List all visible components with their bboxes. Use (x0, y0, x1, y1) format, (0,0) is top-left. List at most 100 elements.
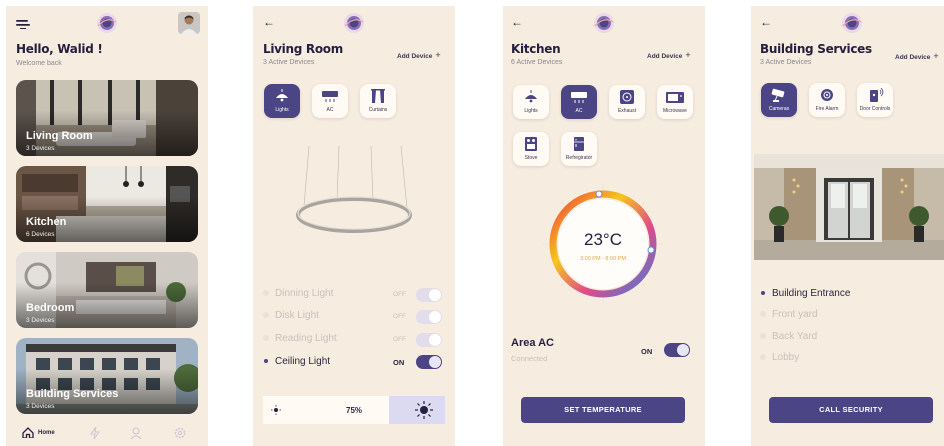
page-title: Building Services (760, 42, 872, 56)
device-tile-fire-alarm[interactable]: Fire Alarm (809, 83, 845, 117)
brightness-slider[interactable]: 75% (263, 396, 445, 424)
location-front-yard[interactable]: Front yard (760, 309, 818, 320)
add-device-button[interactable]: Add Device + (895, 51, 939, 61)
settings-icon[interactable] (174, 427, 186, 439)
call-security-button[interactable]: CALL SECURITY (769, 397, 933, 423)
refrigerator-icon (574, 137, 584, 151)
welcome-text: Welcome back (16, 60, 62, 67)
page-title: Living Room (263, 42, 343, 56)
home-icon (22, 427, 34, 438)
add-device-button[interactable]: Add Device + (647, 50, 691, 60)
device-label: AC (326, 107, 334, 113)
camera-feed (754, 154, 944, 260)
radio-indicator (761, 291, 765, 296)
device-tile-lights[interactable]: Lights (264, 84, 300, 118)
back-arrow-icon[interactable]: ← (760, 15, 772, 29)
device-tile-ac[interactable]: AC (312, 84, 348, 118)
light-row-reading[interactable]: Reading Light (263, 333, 337, 344)
area-title: Area AC (511, 337, 554, 349)
room-device-count: 3 Devices (26, 403, 55, 410)
toggle-dinning-light[interactable] (416, 288, 442, 302)
room-device-count: 3 Devices (26, 145, 55, 152)
device-tile-refrigerator[interactable]: Refregirator (561, 132, 597, 166)
home-nav-label: Home (38, 430, 55, 436)
toggle-state: ON (393, 358, 405, 367)
set-temperature-button[interactable]: SET TEMPERATURE (521, 397, 685, 423)
device-label: Lights (275, 107, 289, 113)
radio-indicator (264, 359, 268, 364)
logo-icon (839, 12, 865, 34)
device-tile-curtains[interactable]: Curtains (360, 84, 396, 118)
radio-indicator (760, 354, 766, 361)
room-name: Kitchen (26, 216, 67, 228)
stove-icon (525, 137, 537, 151)
device-label: Microwave (663, 108, 687, 114)
device-label: Stove (524, 155, 538, 161)
room-card-living-room[interactable]: Living Room 3 Devices (16, 80, 198, 156)
energy-icon[interactable] (90, 427, 100, 439)
greeting: Hello, Walid ! (16, 42, 103, 56)
add-device-button[interactable]: Add Device + (397, 50, 441, 60)
location-back-yard[interactable]: Back Yard (760, 331, 817, 342)
avatar[interactable] (178, 12, 200, 34)
bottom-nav: Home (6, 422, 208, 446)
device-label: Fire Alarm (815, 106, 839, 112)
device-tile-microwave[interactable]: Microwave (657, 85, 693, 119)
location-building-entrance[interactable]: Building Entrance (760, 288, 850, 299)
device-label: Exhaust (617, 108, 637, 114)
home-screen: Hello, Walid ! Welcome back Living Room … (6, 6, 208, 446)
room-name: Bedroom (26, 302, 75, 314)
door-control-icon (870, 88, 884, 102)
plus-icon: + (435, 50, 441, 60)
toggle-ceiling-light[interactable] (416, 355, 442, 369)
device-label: Cameras (768, 106, 790, 112)
area-ac-toggle[interactable] (664, 343, 690, 357)
radio-indicator (263, 290, 269, 297)
device-tile-lights[interactable]: Lights (513, 85, 549, 119)
device-label: Curtains (368, 107, 388, 113)
active-devices-count: 6 Active Devices (511, 59, 563, 66)
home-nav-button[interactable]: Home (22, 426, 62, 440)
device-tile-door-controls[interactable]: Door Controls (857, 83, 893, 117)
ceiling-light-preview (296, 146, 412, 233)
room-card-kitchen[interactable]: Kitchen 6 Devices (16, 166, 198, 242)
area-status: Connected (511, 354, 548, 363)
plus-icon: + (933, 51, 939, 61)
logo-icon (591, 12, 617, 34)
toggle-disk-light[interactable] (416, 310, 442, 324)
toggle-reading-light[interactable] (416, 333, 442, 347)
brightness-fill (263, 396, 400, 424)
schedule-time: 3:00 PM - 8:00 PM (580, 256, 626, 262)
toggle-state: OFF (393, 313, 406, 320)
room-device-count: 3 Devices (26, 317, 55, 324)
fire-alarm-icon (821, 89, 833, 101)
toggle-state: OFF (393, 336, 406, 343)
radio-indicator (263, 335, 269, 342)
location-lobby[interactable]: Lobby (760, 352, 799, 363)
lamp-icon (525, 90, 537, 103)
room-card-bedroom[interactable]: Bedroom 3 Devices (16, 252, 198, 328)
active-devices-count: 3 Active Devices (263, 59, 315, 66)
device-tile-stove[interactable]: Stove (513, 132, 549, 166)
back-arrow-icon[interactable]: ← (263, 15, 275, 29)
toggle-state: ON (641, 347, 653, 356)
brightness-value: 75% (346, 406, 363, 415)
menu-icon[interactable] (16, 16, 30, 29)
device-tile-exhaust[interactable]: Exhaust (609, 85, 645, 119)
page-title: Kitchen (511, 42, 561, 56)
device-label: AC (575, 108, 583, 114)
light-row-disk[interactable]: Disk Light (263, 310, 319, 321)
light-row-ceiling[interactable]: Ceiling Light (263, 356, 330, 367)
kitchen-screen: ← Kitchen 6 Active Devices Add Device + L… (503, 6, 705, 446)
toggle-state: OFF (393, 291, 406, 298)
room-card-building-services[interactable]: Building Services 3 Devices (16, 338, 198, 414)
building-services-screen: ← Building Services 3 Active Devices Add… (751, 6, 944, 446)
living-room-screen: ← Living Room 3 Active Devices Add Devic… (253, 6, 455, 446)
device-tile-cameras[interactable]: Cameras (761, 83, 797, 117)
exhaust-fan-icon (620, 90, 634, 104)
back-arrow-icon[interactable]: ← (511, 15, 523, 29)
device-tile-ac[interactable]: AC (561, 85, 597, 119)
light-row-dinning[interactable]: Dinning Light (263, 288, 333, 299)
device-label: Refregirator (565, 155, 593, 161)
profile-icon[interactable] (130, 427, 142, 439)
